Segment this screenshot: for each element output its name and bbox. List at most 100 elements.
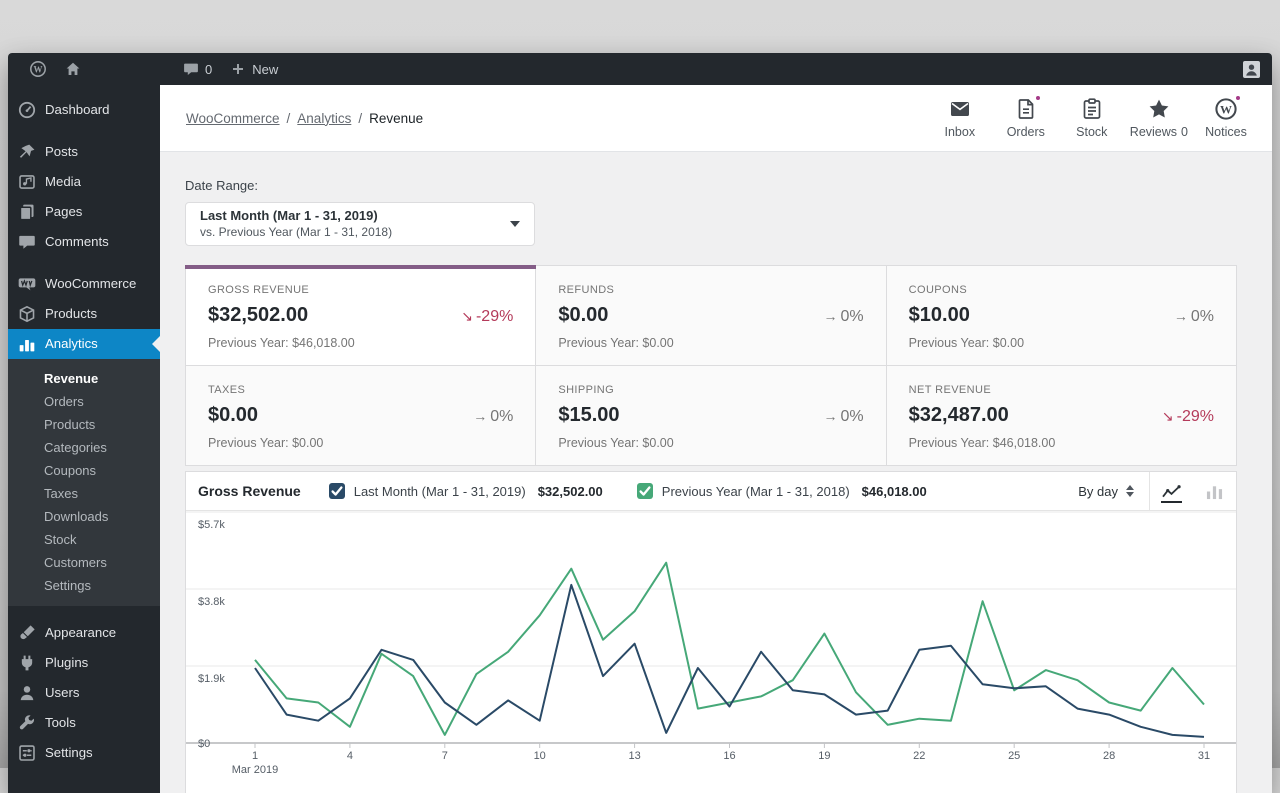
svg-text:13: 13 <box>628 750 640 762</box>
activity-tab-orders[interactable]: Orders <box>996 93 1056 143</box>
date-range-dropdown[interactable]: Last Month (Mar 1 - 31, 2019) vs. Previo… <box>185 202 535 246</box>
content-area: WooCommerce / Analytics / Revenue Inbox Order… <box>160 85 1272 793</box>
checkbox-checked-icon[interactable] <box>328 483 345 499</box>
svg-text:$0: $0 <box>198 738 210 750</box>
new-content-button[interactable]: New <box>221 53 287 85</box>
sidebar-item-dashboard[interactable]: Dashboard <box>8 95 160 125</box>
tile-value: $0.00 <box>558 304 609 326</box>
legend-total: $32,502.00 <box>537 483 603 499</box>
submenu-item-downloads[interactable]: Downloads <box>8 505 160 528</box>
activity-count: 0 <box>1181 125 1188 139</box>
analytics-header: WooCommerce / Analytics / Revenue Inbox Order… <box>160 85 1272 152</box>
wordpress-logo-icon: W <box>29 60 47 78</box>
comments-icon <box>18 233 36 251</box>
activity-tab-stock[interactable]: Stock <box>1062 93 1122 143</box>
submenu-item-products[interactable]: Products <box>8 413 160 436</box>
revenue-line-chart[interactable]: $0 $1.9k $3.8k $5.7k 1 4 7 10 13 16 19 22 25 28 31 Mar … <box>186 511 1236 793</box>
legend-item-current-period[interactable]: Last Month (Mar 1 - 31, 2019) $32,502.00 <box>328 483 603 499</box>
sidebar-item-tools[interactable]: Tools <box>8 708 160 738</box>
submenu-item-taxes[interactable]: Taxes <box>8 482 160 505</box>
sidebar-item-settings[interactable]: Settings <box>8 738 160 768</box>
sidebar-item-label: Media <box>45 174 81 189</box>
submenu-item-revenue[interactable]: Revenue <box>8 367 160 390</box>
breadcrumb-analytics[interactable]: Analytics <box>297 111 351 126</box>
activity-tab-label: Orders <box>1006 125 1045 139</box>
wordpress-icon: W <box>1214 94 1242 121</box>
chart-canvas: $0 $1.9k $3.8k $5.7k 1 4 7 10 13 16 19 22 25 28 31 Mar … <box>186 511 1236 776</box>
media-icon <box>18 173 36 191</box>
summary-tile-taxes[interactable]: TAXES $0.00 → 0% Previous Year: $0.00 <box>186 366 537 466</box>
date-range-label: Date Range: <box>185 178 258 193</box>
sidebar-item-comments[interactable]: Comments <box>8 227 160 257</box>
admin-bar-left: W 0 New <box>20 53 287 85</box>
svg-text:$5.7k: $5.7k <box>198 519 225 531</box>
sidebar-item-appearance[interactable]: Appearance <box>8 618 160 648</box>
sidebar-item-pages[interactable]: Pages <box>8 197 160 227</box>
svg-text:1: 1 <box>252 750 258 762</box>
sidebar-item-posts[interactable]: Posts <box>8 137 160 167</box>
activity-tab-label: Notices <box>1205 125 1247 139</box>
tile-delta: → 0% <box>473 408 514 425</box>
inbox-icon <box>948 97 972 121</box>
submenu-item-coupons[interactable]: Coupons <box>8 459 160 482</box>
sort-arrows-icon <box>1126 485 1134 497</box>
checkbox-checked-icon[interactable] <box>636 483 653 499</box>
sidebar-item-media[interactable]: Media <box>8 167 160 197</box>
interval-select[interactable]: By day <box>1063 472 1149 510</box>
sidebar-item-plugins[interactable]: Plugins <box>8 648 160 678</box>
svg-text:22: 22 <box>913 750 925 762</box>
line-chart-toggle-button[interactable] <box>1150 472 1193 510</box>
activity-tab-inbox[interactable]: Inbox <box>930 93 990 143</box>
tile-label: GROSS REVENUE <box>208 284 310 296</box>
stock-icon <box>1080 97 1104 121</box>
activity-tab-reviews[interactable]: Reviews 0 <box>1128 93 1190 143</box>
revenue-report-page: Date Range: Last Month (Mar 1 - 31, 2019… <box>160 152 1272 793</box>
svg-text:$1.9k: $1.9k <box>198 673 225 685</box>
legend-item-previous-period[interactable]: Previous Year (Mar 1 - 31, 2018) $46,018.… <box>636 483 927 499</box>
activity-tab-notices[interactable]: W Notices <box>1196 93 1256 143</box>
bar-chart-toggle-button[interactable] <box>1193 472 1236 510</box>
trend-flat-arrow-icon: → <box>823 408 838 424</box>
analytics-icon <box>18 335 36 353</box>
tile-label: TAXES <box>208 384 246 396</box>
wp-logo-menu[interactable]: W <box>20 53 56 85</box>
comments-shortcut[interactable]: 0 <box>174 53 221 85</box>
summary-tile-refunds[interactable]: REFUNDS $0.00 → 0% Previous Year: $0.00 <box>536 266 887 366</box>
tile-previous-period: Previous Year: $0.00 <box>558 336 674 350</box>
legend-total: $46,018.00 <box>861 483 927 499</box>
submenu-item-settings[interactable]: Settings <box>8 574 160 597</box>
submenu-item-orders[interactable]: Orders <box>8 390 160 413</box>
sidebar-item-analytics[interactable]: Analytics <box>8 329 160 359</box>
line-chart-icon <box>1161 483 1182 500</box>
svg-text:7: 7 <box>442 750 448 762</box>
tile-label: NET REVENUE <box>908 384 992 396</box>
tile-previous-period: Previous Year: $0.00 <box>208 436 324 450</box>
legend-label: Last Month (Mar 1 - 31, 2019) <box>353 483 526 499</box>
svg-text:28: 28 <box>1103 750 1115 762</box>
date-range-value: Last Month (Mar 1 - 31, 2019) vs. Previo… <box>200 208 510 240</box>
sidebar-item-users[interactable]: Users <box>8 678 160 708</box>
summary-tile-net-revenue[interactable]: NET REVENUE $32,487.00 ↘ -29% Previous Year:… <box>886 366 1237 466</box>
visit-site-button[interactable] <box>56 53 90 85</box>
breadcrumb-woocommerce[interactable]: WooCommerce <box>186 111 280 126</box>
legend-label: Previous Year (Mar 1 - 31, 2018) <box>661 483 850 499</box>
appearance-icon <box>18 624 36 642</box>
admin-main: Dashboard Posts Media Pages Comments WooComme… <box>8 85 1272 793</box>
summary-tile-coupons[interactable]: COUPONS $10.00 → 0% Previous Year: $0.00 <box>886 266 1237 366</box>
sidebar-item-woocommerce[interactable]: WooCommerce <box>8 269 160 299</box>
user-avatar[interactable] <box>1243 60 1260 78</box>
sidebar-item-label: Analytics <box>45 336 98 351</box>
wordpress-admin-window: W 0 New Dashboard Posts Media Pages Comments… <box>8 53 1272 793</box>
breadcrumb-revenue: Revenue <box>369 110 424 126</box>
submenu-item-stock[interactable]: Stock <box>8 528 160 551</box>
sidebar-item-products[interactable]: Products <box>8 299 160 329</box>
submenu-item-customers[interactable]: Customers <box>8 551 160 574</box>
unread-badge <box>1234 94 1242 102</box>
tile-delta: → 0% <box>823 308 864 325</box>
summary-tile-shipping[interactable]: SHIPPING $15.00 → 0% Previous Year: $0.00 <box>536 366 887 466</box>
summary-tile-gross-revenue[interactable]: GROSS REVENUE $32,502.00 ↘ -29% Previous Yea… <box>184 265 537 366</box>
submenu-item-categories[interactable]: Categories <box>8 436 160 459</box>
breadcrumb: WooCommerce / Analytics / Revenue <box>186 111 423 126</box>
sidebar-item-label: Appearance <box>45 625 117 640</box>
home-icon <box>65 61 81 77</box>
